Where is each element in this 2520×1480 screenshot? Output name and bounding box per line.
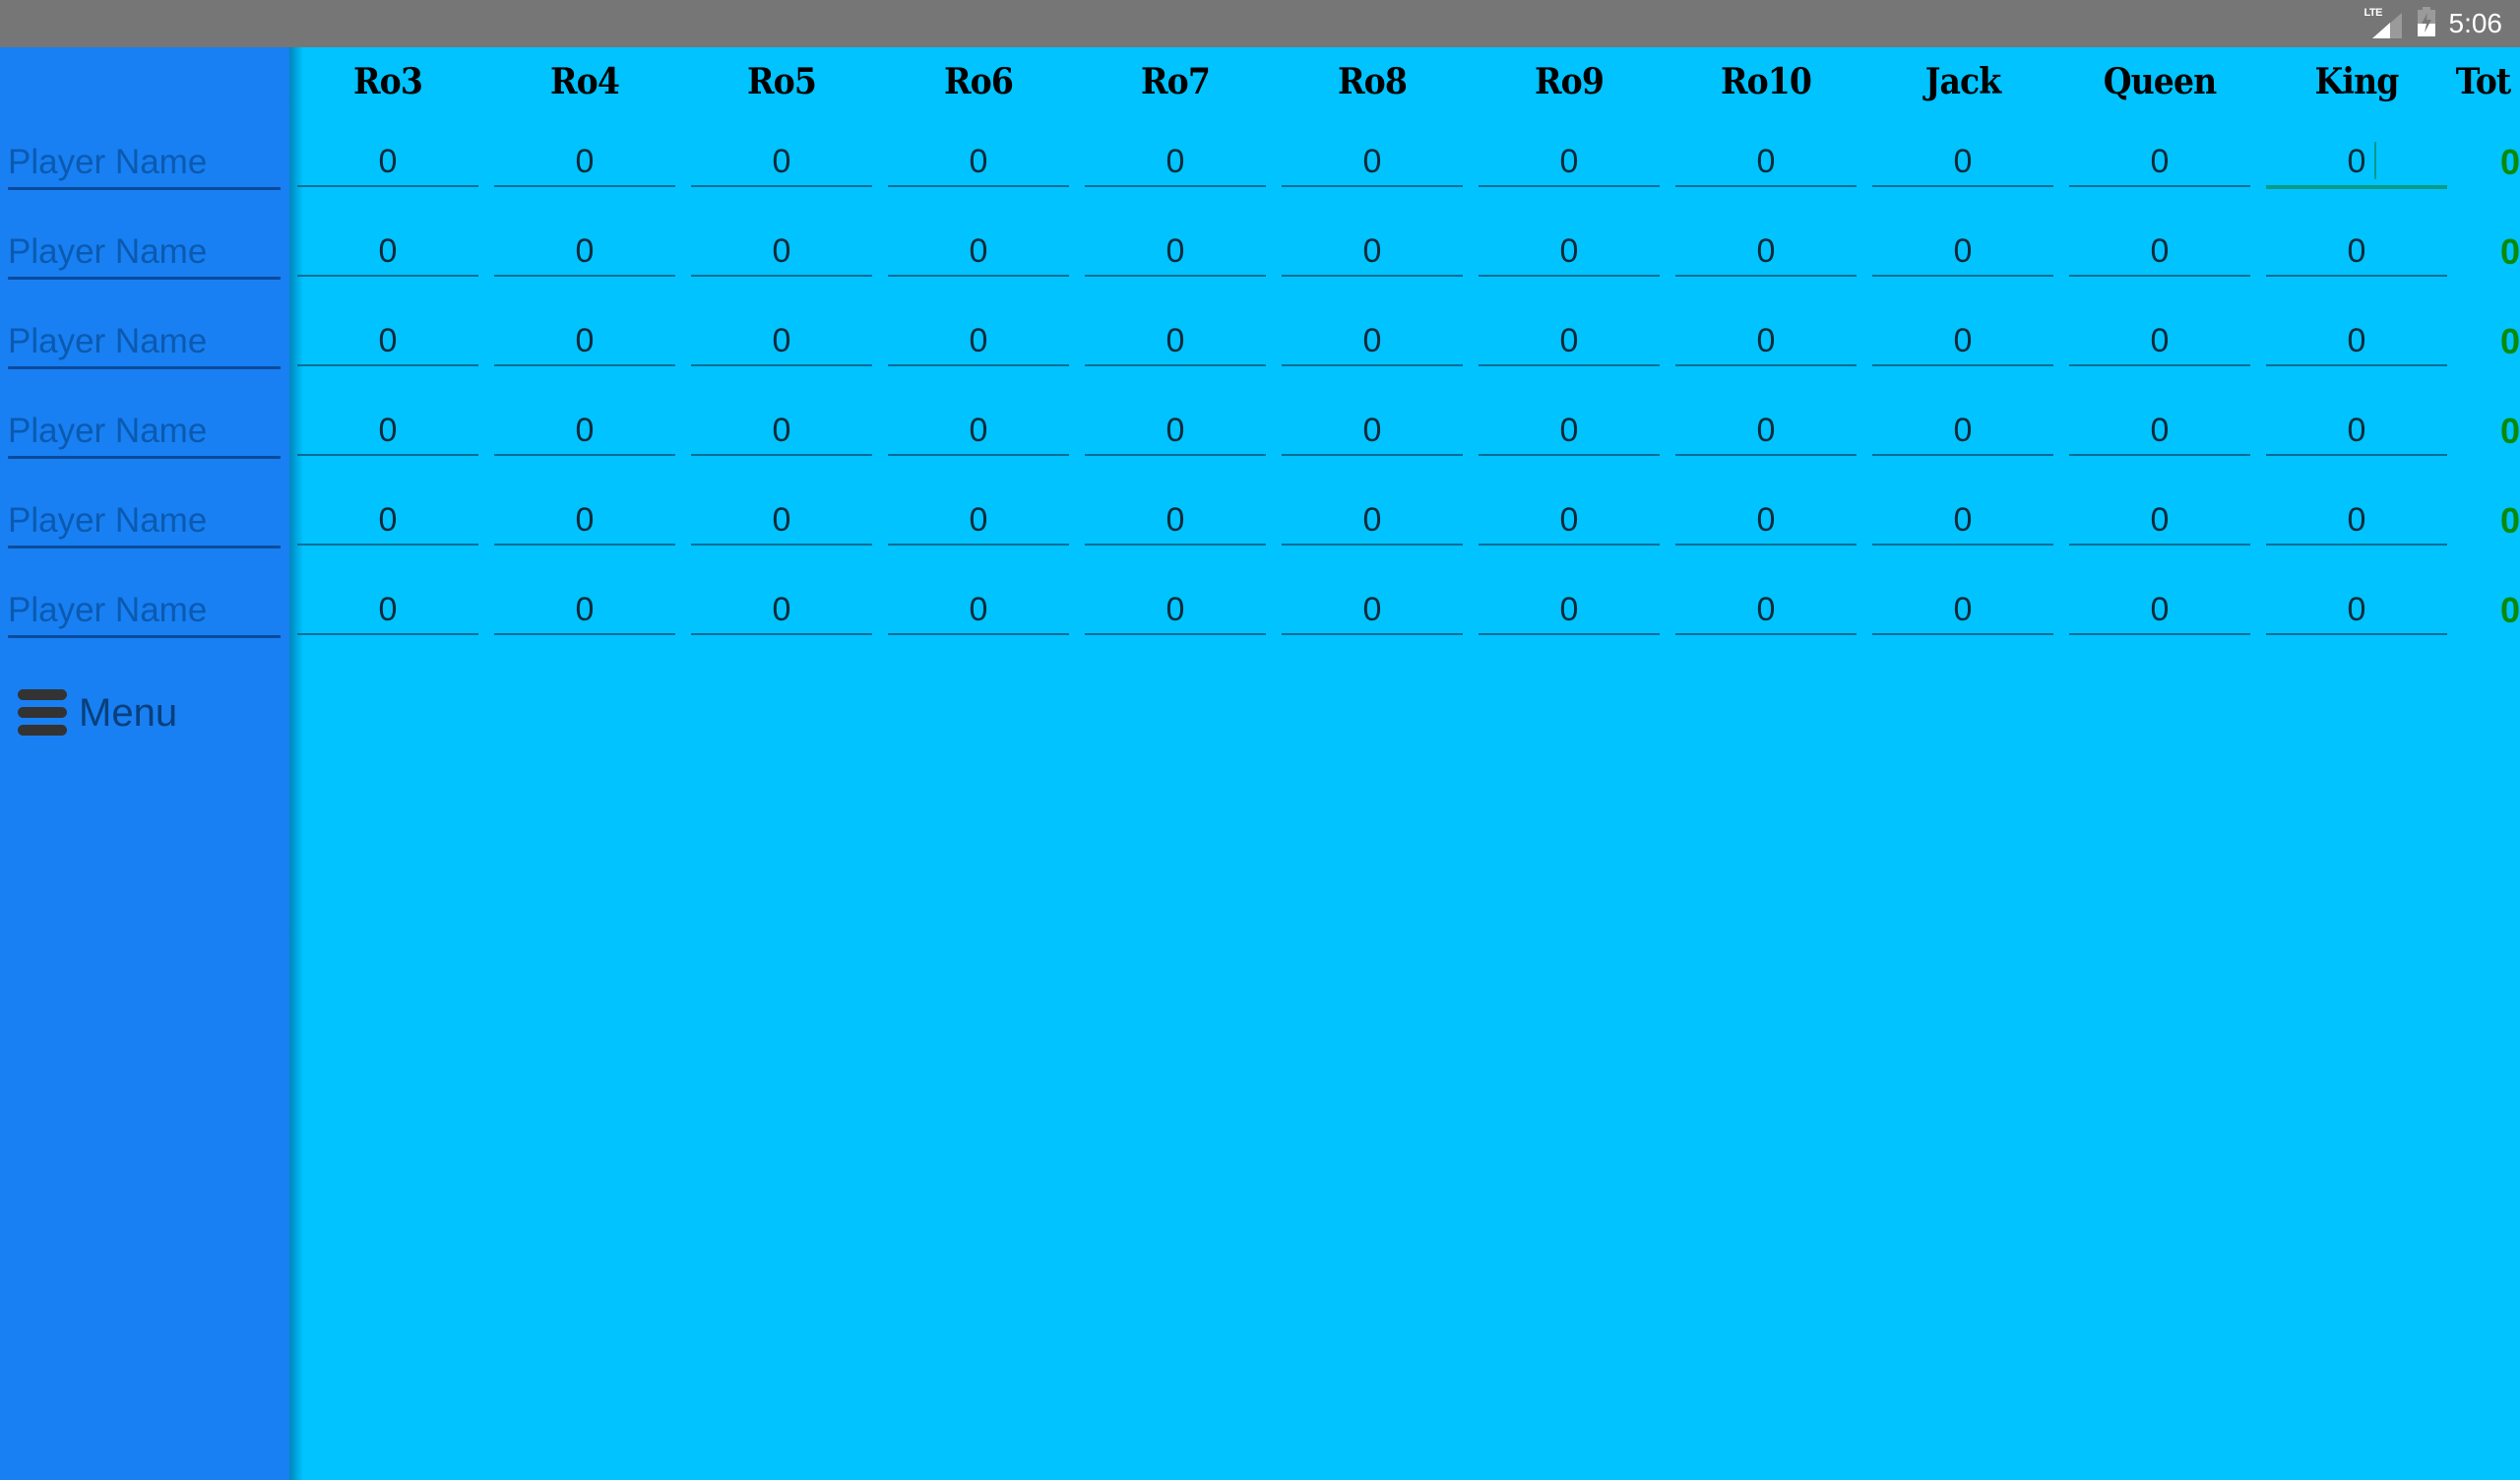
player-name-input[interactable] — [8, 227, 281, 280]
score-input-king[interactable] — [2266, 407, 2447, 456]
score-input-ro7[interactable] — [1085, 138, 1266, 187]
status-bar: LTE 5:06 — [0, 0, 2520, 47]
score-input-ro5[interactable] — [691, 586, 872, 635]
score-input-ro10[interactable] — [1675, 496, 1857, 546]
score-input-ro6[interactable] — [888, 586, 1069, 635]
score-input-queen[interactable] — [2069, 138, 2250, 187]
column-header-ro7: Ro7 — [1141, 61, 1211, 102]
score-input-king[interactable] — [2266, 138, 2447, 189]
player-name-input[interactable] — [8, 407, 281, 459]
player-total: 0 — [2500, 590, 2520, 630]
score-input-ro3[interactable] — [297, 407, 478, 456]
score-input-ro7[interactable] — [1085, 227, 1266, 277]
menu-label: Menu — [79, 690, 178, 735]
battery-charging-icon — [2417, 6, 2435, 41]
score-input-ro6[interactable] — [888, 496, 1069, 546]
score-input-ro9[interactable] — [1479, 227, 1660, 277]
score-input-queen[interactable] — [2069, 407, 2250, 456]
score-input-king[interactable] — [2266, 496, 2447, 546]
score-input-jack[interactable] — [1872, 407, 2053, 456]
score-input-ro10[interactable] — [1675, 407, 1857, 456]
score-input-ro8[interactable] — [1282, 407, 1463, 456]
score-input-ro3[interactable] — [297, 227, 478, 277]
column-header-king: King — [2314, 61, 2400, 102]
score-input-ro5[interactable] — [691, 496, 872, 546]
score-input-ro7[interactable] — [1085, 407, 1266, 456]
score-input-ro8[interactable] — [1282, 586, 1463, 635]
score-input-ro7[interactable] — [1085, 317, 1266, 366]
score-input-ro6[interactable] — [888, 227, 1069, 277]
score-input-ro10[interactable] — [1675, 317, 1857, 366]
score-input-ro5[interactable] — [691, 407, 872, 456]
score-input-queen[interactable] — [2069, 317, 2250, 366]
column-header-ro9: Ro9 — [1535, 61, 1605, 102]
score-input-ro10[interactable] — [1675, 586, 1857, 635]
score-input-ro3[interactable] — [297, 138, 478, 187]
score-input-ro6[interactable] — [888, 317, 1069, 366]
player-name-input[interactable] — [8, 317, 281, 369]
score-input-queen[interactable] — [2069, 496, 2250, 546]
score-input-ro3[interactable] — [297, 586, 478, 635]
player-total: 0 — [2500, 500, 2520, 541]
clock: 5:06 — [2448, 8, 2503, 38]
column-header-ro5: Ro5 — [747, 61, 817, 102]
player-total: 0 — [2500, 231, 2520, 272]
score-input-ro8[interactable] — [1282, 496, 1463, 546]
column-header-ro6: Ro6 — [944, 61, 1014, 102]
score-input-jack[interactable] — [1872, 586, 2053, 635]
score-input-ro8[interactable] — [1282, 317, 1463, 366]
score-input-jack[interactable] — [1872, 496, 2053, 546]
score-input-ro10[interactable] — [1675, 138, 1857, 187]
score-input-ro6[interactable] — [888, 138, 1069, 187]
column-header-queen: Queen — [2103, 61, 2217, 102]
lte-signal-icon: LTE — [2364, 7, 2404, 40]
score-input-king[interactable] — [2266, 586, 2447, 635]
score-input-ro4[interactable] — [494, 317, 675, 366]
player-total: 0 — [2500, 142, 2520, 182]
score-input-jack[interactable] — [1872, 227, 2053, 277]
score-input-ro4[interactable] — [494, 496, 675, 546]
column-header-tot: Tot — [2455, 61, 2511, 102]
player-name-input[interactable] — [8, 586, 281, 638]
score-input-ro8[interactable] — [1282, 227, 1463, 277]
score-input-ro3[interactable] — [297, 496, 478, 546]
score-input-ro7[interactable] — [1085, 496, 1266, 546]
player-name-input[interactable] — [8, 138, 281, 190]
score-input-ro10[interactable] — [1675, 227, 1857, 277]
score-input-ro9[interactable] — [1479, 138, 1660, 187]
score-input-ro6[interactable] — [888, 407, 1069, 456]
status-icons: LTE 5:06 — [2364, 0, 2503, 47]
menu-button[interactable]: Menu — [18, 689, 177, 737]
player-total: 0 — [2500, 411, 2520, 451]
column-header-ro8: Ro8 — [1338, 61, 1408, 102]
column-header-ro10: Ro10 — [1720, 61, 1812, 102]
score-input-ro4[interactable] — [494, 407, 675, 456]
score-input-ro4[interactable] — [494, 227, 675, 277]
column-header-ro3: Ro3 — [353, 61, 423, 102]
score-input-jack[interactable] — [1872, 138, 2053, 187]
score-input-ro5[interactable] — [691, 138, 872, 187]
score-input-ro8[interactable] — [1282, 138, 1463, 187]
player-total: 0 — [2500, 321, 2520, 361]
score-input-ro5[interactable] — [691, 227, 872, 277]
score-input-queen[interactable] — [2069, 586, 2250, 635]
score-input-king[interactable] — [2266, 227, 2447, 277]
score-input-ro3[interactable] — [297, 317, 478, 366]
score-input-queen[interactable] — [2069, 227, 2250, 277]
score-input-ro9[interactable] — [1479, 586, 1660, 635]
score-input-jack[interactable] — [1872, 317, 2053, 366]
column-header-ro4: Ro4 — [550, 61, 620, 102]
score-input-ro5[interactable] — [691, 317, 872, 366]
score-input-ro7[interactable] — [1085, 586, 1266, 635]
score-input-ro9[interactable] — [1479, 407, 1660, 456]
score-input-ro4[interactable] — [494, 138, 675, 187]
column-header-jack: Jack — [1924, 61, 2001, 102]
player-name-input[interactable] — [8, 496, 281, 548]
score-input-king[interactable] — [2266, 317, 2447, 366]
score-input-ro9[interactable] — [1479, 317, 1660, 366]
hamburger-menu-icon — [18, 689, 69, 737]
score-input-ro9[interactable] — [1479, 496, 1660, 546]
score-input-ro4[interactable] — [494, 586, 675, 635]
